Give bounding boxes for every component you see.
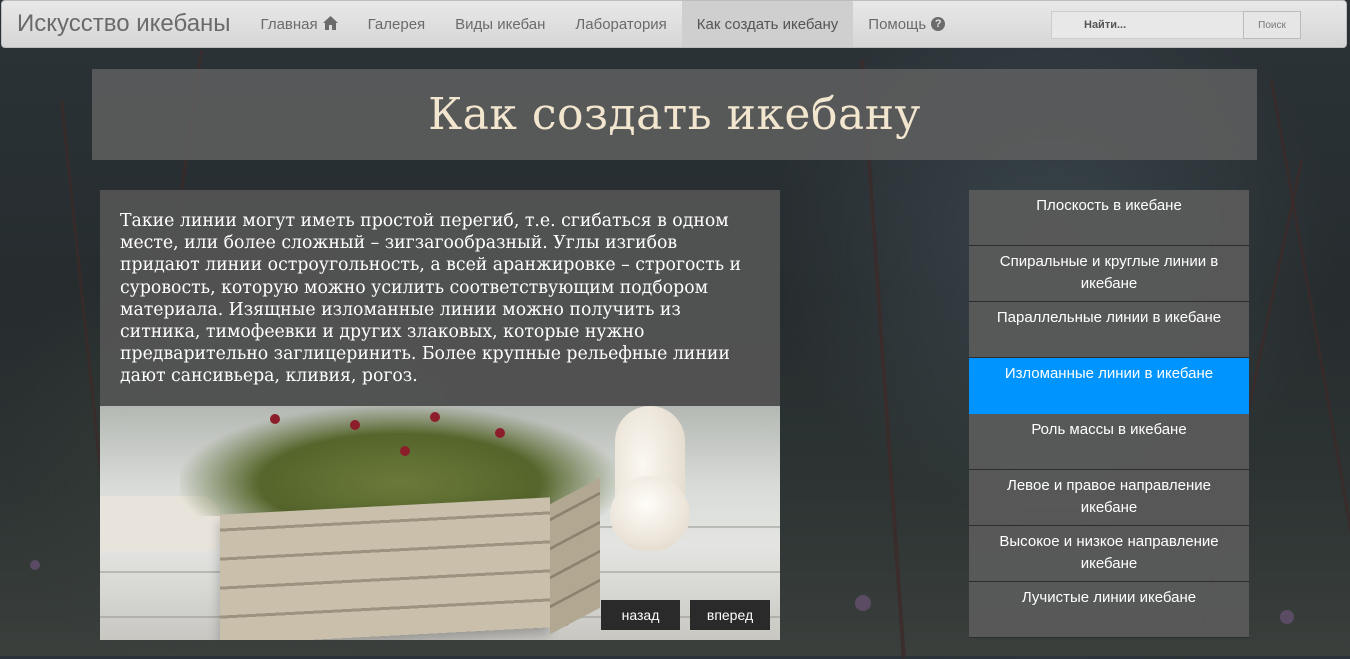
topics-side-menu: Плоскость в икебане Спиральные и круглые… bbox=[969, 190, 1249, 638]
top-navbar: Искусство икебаны Главная Галерея Виды и… bbox=[1, 0, 1347, 48]
nav-item-help[interactable]: Помощь ? bbox=[853, 1, 960, 47]
berry-decoration bbox=[350, 420, 360, 430]
nav-item-label: Как создать икебану bbox=[696, 15, 839, 33]
wooden-crate-side bbox=[550, 477, 600, 635]
nav-item-label: Лаборатория bbox=[575, 15, 667, 33]
blossom-decoration bbox=[1280, 610, 1294, 624]
article-text: Такие линии могут иметь простой перегиб,… bbox=[120, 211, 742, 387]
berry-decoration bbox=[270, 414, 280, 424]
article-text-panel: Такие линии могут иметь простой перегиб,… bbox=[100, 190, 780, 406]
slider-back-button[interactable]: назад bbox=[601, 600, 680, 630]
search-input[interactable] bbox=[1051, 11, 1243, 39]
side-menu-item[interactable]: Спиральные и круглые линии в икебане bbox=[969, 246, 1249, 302]
slider-forward-button[interactable]: вперед bbox=[690, 600, 770, 630]
question-circle-icon: ? bbox=[931, 17, 946, 31]
nav-item-home[interactable]: Главная bbox=[246, 1, 353, 47]
home-icon bbox=[322, 15, 338, 33]
side-menu-item[interactable]: Роль массы в икебане bbox=[969, 414, 1249, 470]
nav-item-label: Галерея bbox=[367, 15, 426, 33]
berry-decoration bbox=[400, 446, 410, 456]
side-menu-item[interactable]: Левое и правое направление икебане bbox=[969, 470, 1249, 526]
blossom-decoration bbox=[30, 560, 40, 570]
nav-item-how-to-create[interactable]: Как создать икебану bbox=[681, 1, 854, 47]
nav-item-gallery[interactable]: Галерея bbox=[353, 1, 441, 47]
wooden-crate bbox=[220, 497, 550, 640]
twig-decoration bbox=[1270, 79, 1350, 632]
brand-logo[interactable]: Искусство икебаны bbox=[2, 1, 246, 47]
side-menu-item[interactable]: Высокое и низкое направление икебане bbox=[969, 526, 1249, 582]
side-menu-item[interactable]: Лучистые линии икебане bbox=[969, 582, 1249, 638]
page-title-banner: Как создать икебану bbox=[92, 69, 1257, 160]
side-menu-item-active[interactable]: Изломанные линии в икебане bbox=[969, 358, 1249, 414]
nav-item-label: Помощь bbox=[868, 15, 927, 33]
nav-item-label: Главная bbox=[260, 15, 318, 33]
search-button[interactable]: Поиск bbox=[1243, 11, 1301, 39]
nav-item-label: Виды икебан bbox=[455, 15, 546, 33]
berry-decoration bbox=[430, 412, 440, 422]
side-menu-item[interactable]: Плоскость в икебане bbox=[969, 190, 1249, 246]
nav-item-lab[interactable]: Лаборатория bbox=[560, 1, 681, 47]
blossom-decoration bbox=[855, 595, 871, 611]
side-menu-item[interactable]: Параллельные линии в икебане bbox=[969, 302, 1249, 358]
search-form: Поиск bbox=[1051, 11, 1301, 39]
grass-arrangement bbox=[180, 406, 620, 516]
berry-decoration bbox=[495, 428, 505, 438]
page-title: Как создать икебану bbox=[428, 89, 921, 140]
main-nav: Главная Галерея Виды икебан Лаборатория … bbox=[246, 1, 961, 47]
white-heart-decoration bbox=[610, 476, 690, 546]
nav-item-types[interactable]: Виды икебан bbox=[440, 1, 560, 47]
